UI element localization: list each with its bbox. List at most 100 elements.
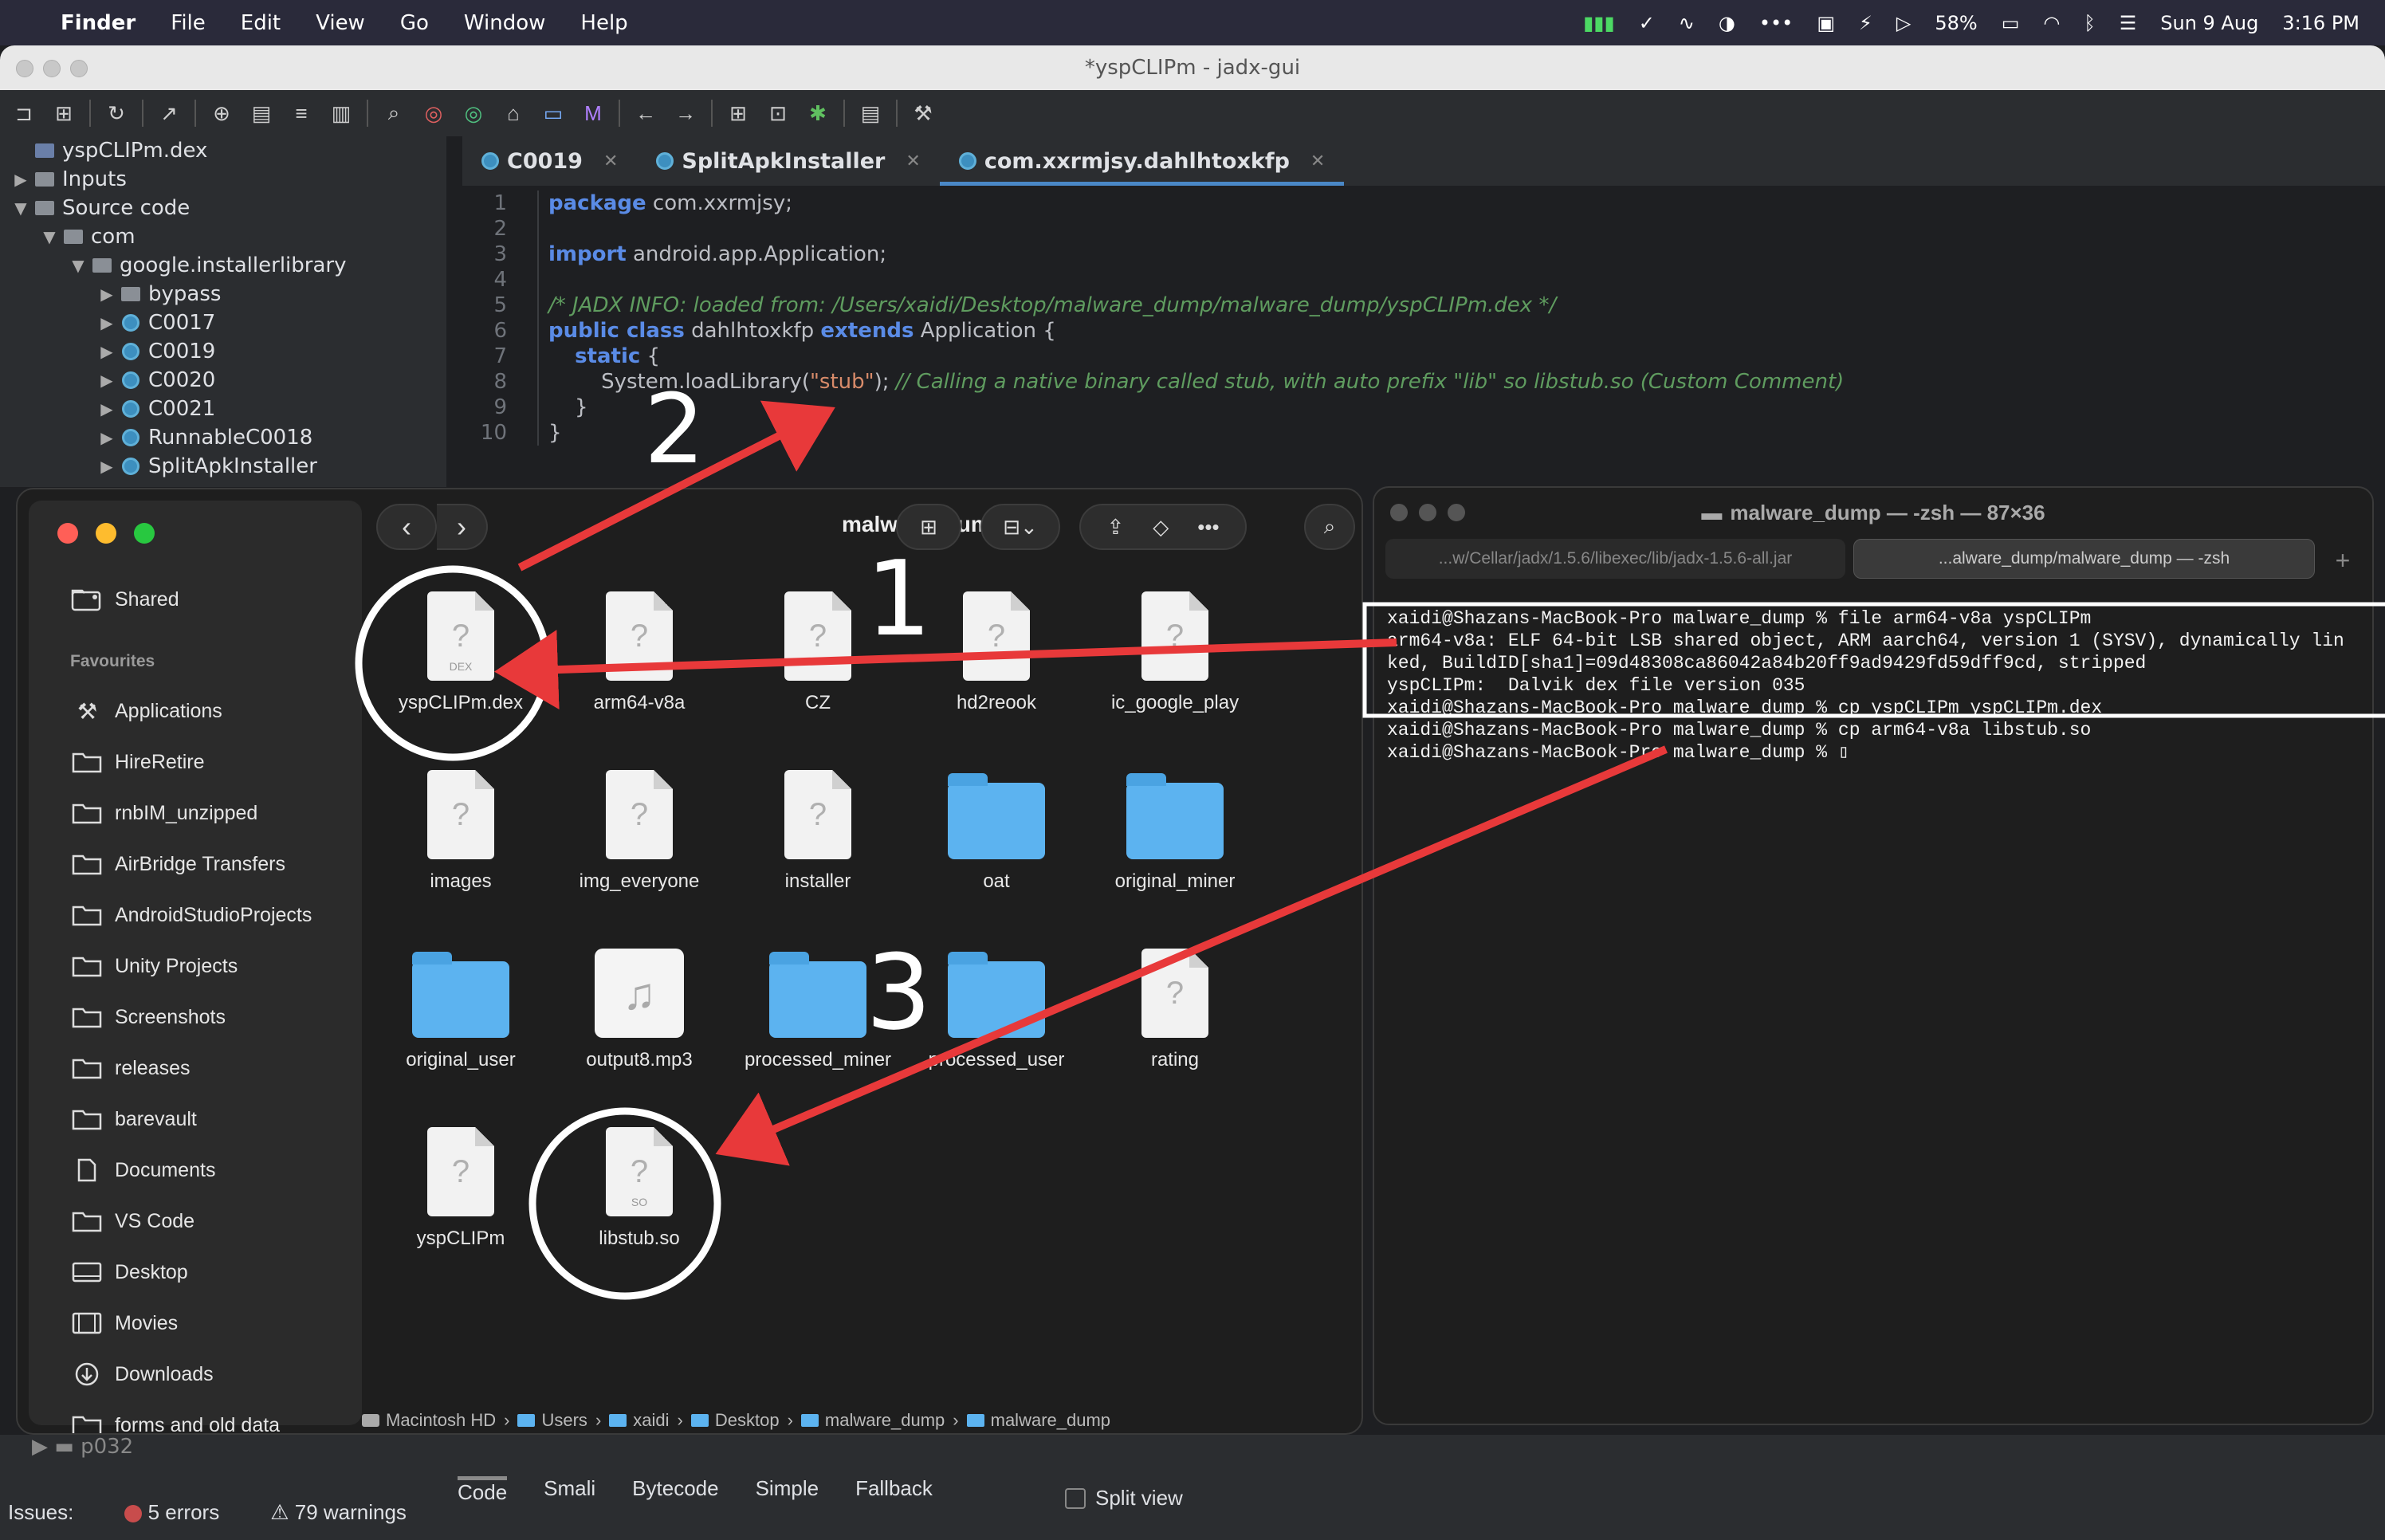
path-item[interactable]: Macintosh HD [362, 1410, 496, 1431]
log-icon[interactable]: ▤ [856, 99, 885, 128]
file-item[interactable]: ♫ output8.mp3 [550, 926, 729, 1071]
bolt-icon[interactable]: ⚡ [1859, 12, 1872, 34]
file-item[interactable]: ? img_everyone [550, 748, 729, 893]
flatten-icon[interactable]: ▤ [247, 99, 276, 128]
tab-splitapkinstaller[interactable]: SplitApkInstaller ✕ [637, 136, 939, 186]
group-by-button[interactable]: ⊟⌄ [980, 504, 1060, 550]
chevron-right-icon[interactable]: ▶ [10, 170, 32, 189]
tab-simple[interactable]: Simple [756, 1476, 819, 1510]
code-area[interactable]: package com.xxrmjsy; import android.app.… [537, 191, 1844, 446]
list-icon[interactable]: ≡ [287, 99, 316, 128]
export-icon[interactable]: ↗ [155, 99, 183, 128]
add-files-icon[interactable]: ⊞ [49, 99, 78, 128]
search-button[interactable]: ⌕ [1304, 504, 1355, 550]
code-line[interactable] [548, 267, 1844, 293]
menu-time[interactable]: 3:16 PM [2282, 12, 2359, 34]
sidebar-item[interactable]: Unity Projects [70, 953, 238, 979]
code-line[interactable]: } [548, 420, 1844, 446]
menu-app-name[interactable]: Finder [61, 11, 136, 35]
tab-c0019[interactable]: C0019 ✕ [462, 136, 637, 186]
tag-icon[interactable]: ◇ [1153, 515, 1169, 540]
file-item[interactable]: oat [907, 748, 1086, 893]
close-button[interactable] [1390, 504, 1408, 521]
find-class-icon[interactable]: ◎ [419, 99, 448, 128]
path-item[interactable]: xaidi [609, 1410, 670, 1431]
minimize-button[interactable] [96, 523, 116, 544]
chevron-down-icon[interactable]: ▼ [10, 198, 32, 218]
tree-item[interactable]: ▶ C0019 [0, 337, 446, 366]
close-button[interactable] [57, 523, 78, 544]
file-item[interactable]: ? yspCLIPm [371, 1105, 550, 1250]
file-item[interactable]: ? arm64-v8a [550, 569, 729, 714]
tab-code[interactable]: Code [458, 1476, 508, 1510]
contrast-icon[interactable]: ◑ [1719, 12, 1735, 34]
file-item[interactable]: ? DEX yspCLIPm.dex [371, 569, 550, 714]
chevron-right-icon[interactable]: ▶ [96, 457, 118, 476]
share-icon[interactable]: ⇪ [1106, 515, 1124, 540]
minimize-button[interactable] [43, 60, 61, 77]
chevron-right-icon[interactable]: ▶ [96, 371, 118, 390]
close-tab-icon[interactable]: ✕ [603, 151, 618, 171]
zoom-button[interactable] [70, 60, 88, 77]
chevron-right-icon[interactable]: ▶ [96, 342, 118, 361]
file-item[interactable]: ? hd2reook [907, 569, 1086, 714]
open-icon[interactable]: ⊐ [10, 99, 38, 128]
path-item[interactable]: malware_dump [966, 1410, 1110, 1431]
terminal-output[interactable]: xaidi@Shazans-MacBook-Pro malware_dump %… [1387, 607, 2367, 764]
bluetooth-icon[interactable]: ᛒ [2084, 12, 2095, 34]
code-line[interactable]: } [548, 395, 1844, 420]
sidebar-item[interactable]: AirBridge Transfers [70, 851, 285, 877]
play-icon[interactable]: ▷ [1896, 12, 1911, 34]
tree-item[interactable]: ▶ RunnableC0018 [0, 423, 446, 452]
file-item[interactable]: processed_miner [729, 926, 907, 1071]
file-item[interactable]: ? images [371, 748, 550, 893]
file-item[interactable]: ? installer [729, 748, 907, 893]
grid-icon[interactable]: ▣ [1817, 12, 1835, 34]
chevron-right-icon[interactable]: ▶ [96, 313, 118, 332]
file-item[interactable]: processed_user [907, 926, 1086, 1071]
tree-item[interactable]: ▶ SplitApkInstaller [0, 452, 446, 481]
path-item[interactable]: Users [517, 1410, 587, 1431]
sidebar-item[interactable]: Downloads [70, 1361, 214, 1387]
sidebar-item[interactable]: Screenshots [70, 1004, 226, 1030]
tree-item[interactable]: ▶ Inputs [0, 165, 446, 194]
sidebar-item[interactable]: releases [70, 1055, 191, 1081]
terminal-tab-jadx[interactable]: ...w/Cellar/jadx/1.5.6/libexec/lib/jadx-… [1385, 539, 1845, 579]
file-item[interactable]: ? ic_google_play [1086, 569, 1264, 714]
tab-fallback[interactable]: Fallback [855, 1476, 933, 1510]
tree-item[interactable]: ▼ com [0, 222, 446, 251]
sidebar-item-shared[interactable]: Shared [70, 587, 179, 612]
sidebar-item[interactable]: Documents [70, 1157, 215, 1183]
control-center-icon[interactable]: ☰ [2120, 12, 2137, 34]
reload-icon[interactable]: ↻ [102, 99, 131, 128]
terminal-tab-zsh[interactable]: ...alware_dump/malware_dump — -zsh [1853, 539, 2315, 579]
tree-item[interactable]: yspCLIPm.dex [0, 136, 446, 165]
menu-file[interactable]: File [171, 11, 206, 35]
sidebar-item[interactable]: barevault [70, 1106, 197, 1132]
tree-item[interactable]: ▶ C0020 [0, 366, 446, 395]
tree-item[interactable]: ▼ Source code [0, 194, 446, 222]
zoom-button[interactable] [134, 523, 155, 544]
chevron-down-icon[interactable]: ▼ [67, 256, 89, 275]
view-toggle-button[interactable]: ⊞ [896, 504, 961, 550]
pane-icon[interactable]: ▥ [327, 99, 356, 128]
code-line[interactable]: static { [548, 344, 1844, 369]
wifi-icon[interactable]: ◠ [2043, 12, 2060, 34]
split-view-checkbox[interactable] [1065, 1487, 1086, 1509]
sidebar-item[interactable]: forms and old data [70, 1412, 280, 1433]
file-item[interactable]: ? SO libstub.so [550, 1105, 729, 1250]
code-editor[interactable]: 1 2 3 4 5 6 7 8 9 10 package com.xxrmjsy; import … [462, 186, 2385, 489]
menu-help[interactable]: Help [580, 11, 627, 35]
sidebar-item[interactable]: Movies [70, 1310, 178, 1336]
path-item[interactable]: malware_dump [800, 1410, 945, 1431]
home-icon[interactable]: ⌂ [499, 99, 528, 128]
swirl-icon[interactable]: ∿ [1679, 12, 1695, 34]
tree-item[interactable]: ▶ C0021 [0, 395, 446, 423]
status-check-icon[interactable]: ✓ [1639, 12, 1655, 34]
tree-item[interactable]: ▼ google.installerlibrary [0, 251, 446, 280]
sync-icon[interactable]: ⊕ [207, 99, 236, 128]
file-item[interactable]: ? rating [1086, 926, 1264, 1071]
back-button[interactable]: ‹ [376, 504, 437, 550]
more-icon[interactable]: ••• [1197, 515, 1219, 540]
forward-button[interactable]: › [437, 504, 488, 550]
